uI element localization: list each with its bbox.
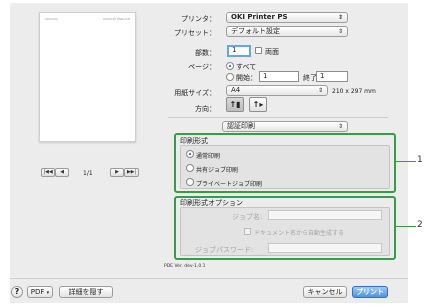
footer-divider [10,278,408,279]
print-button[interactable]: プリント [352,286,388,298]
landscape-icon: ↑▸ [252,100,264,109]
divider [168,117,388,118]
preview-header-left: OKIDATA [45,17,58,21]
pages-from-label: 開始： [236,74,257,82]
updown-chevron-icon: ⇕ [337,28,343,35]
normal-print-radio[interactable] [186,150,194,158]
pdf-label: PDF [30,288,45,296]
duplex-label: 両面 [265,48,279,56]
printer-label: プリンタ： [181,15,216,23]
help-icon: ? [14,287,20,296]
last-page-button[interactable]: ▶▶| [124,168,139,177]
shared-job-print-label: 共有ジョブ印刷 [196,167,239,174]
auto-name-checkbox[interactable] [244,228,251,235]
prev-page-icon: ◀ [60,169,64,175]
paper-size-select[interactable]: A4 ⇕ [226,85,328,96]
prev-page-button[interactable]: ◀ [55,168,69,177]
printer-select[interactable]: OKI Printer PS ⇕ [226,12,348,23]
callout-line-1 [396,161,416,162]
version-text: PDE Ver. dev-1.0.1 [164,264,206,269]
preset-label: プリセット： [174,29,216,37]
callout-line-2 [396,226,416,227]
job-name-input[interactable] [268,210,382,220]
preset-value: デフォルト設定 [231,27,280,35]
paper-size-value: A4 [231,86,241,94]
callout-1: 1 [417,155,423,165]
shared-job-print-radio[interactable] [186,164,194,172]
printer-value: OKI Printer PS [231,13,288,21]
job-password-input[interactable] [268,243,382,253]
auto-name-label: ドキュメント名から自動生成する [254,230,345,237]
last-page-icon: ▶▶| [126,169,137,175]
first-page-icon: |◀◀ [43,169,53,175]
normal-print-label: 通常印刷 [196,153,221,160]
portrait-button[interactable]: ↑▮ [226,97,244,112]
copies-input[interactable]: 1 [227,45,251,57]
preview-header-right: OKIDATA ENGLISH [102,17,130,21]
next-page-button[interactable]: ▶ [110,168,124,177]
job-password-label: ジョブパスワード: [195,246,254,254]
job-name-label: ジョブ名: [232,213,263,221]
next-page-icon: ▶ [115,169,119,175]
pages-label: ページ： [188,63,216,71]
private-job-print-label: プライベートジョブ印刷 [196,181,263,188]
updown-chevron-icon: ⇕ [337,123,343,130]
pages-range-radio[interactable] [226,73,234,81]
page-preview: OKIDATA OKIDATA ENGLISH [39,12,136,142]
page-count: 1/1 [83,170,93,177]
panel-select[interactable]: 認証印刷 ⇕ [222,121,348,132]
landscape-button[interactable]: ↑▸ [249,97,267,112]
paper-size-label: 用紙サイズ： [174,89,216,97]
pages-all-label: すべて [236,63,257,71]
preset-select[interactable]: デフォルト設定 ⇕ [226,26,348,37]
hide-details-button[interactable]: 詳細を隠す [59,286,113,298]
updown-chevron-icon: ⇕ [317,87,323,94]
cancel-button[interactable]: キャンセル [303,286,347,298]
panel-value: 認証印刷 [227,122,255,130]
pages-from-input[interactable]: 1 [259,71,299,82]
copies-label: 部数： [195,49,216,57]
pdf-menu-button[interactable]: PDF ▾ [27,286,53,298]
updown-chevron-icon: ⇕ [337,14,343,21]
first-page-button[interactable]: |◀◀ [41,168,55,177]
orientation-label: 方向： [195,105,216,113]
paper-dimensions: 210 x 297 mm [332,88,376,95]
private-job-print-radio[interactable] [186,178,194,186]
duplex-checkbox[interactable] [255,47,262,54]
callout-2: 2 [417,220,423,230]
help-button[interactable]: ? [11,286,23,298]
dropdown-arrow-icon: ▾ [46,290,50,296]
portrait-icon: ↑▮ [229,100,241,109]
pages-to-input[interactable]: 1 [316,71,348,82]
pages-all-radio[interactable] [226,62,234,70]
